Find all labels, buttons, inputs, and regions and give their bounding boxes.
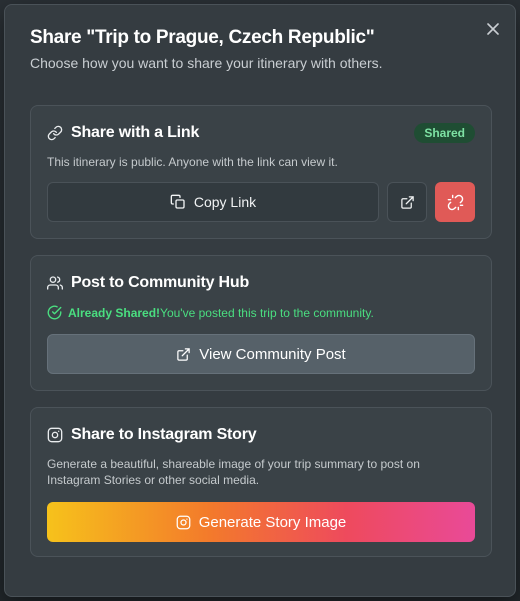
view-community-post-button[interactable]: View Community Post	[47, 334, 475, 374]
check-circle-icon	[47, 305, 62, 320]
generate-story-image-button[interactable]: Generate Story Image	[47, 502, 475, 542]
share-link-description: This itinerary is public. Anyone with th…	[47, 155, 338, 169]
generate-story-image-label: Generate Story Image	[198, 513, 347, 531]
share-link-title: Share with a Link	[71, 124, 200, 141]
community-hub-title: Post to Community Hub	[71, 274, 250, 291]
community-hub-header: Post to Community Hub	[47, 274, 249, 292]
instagram-story-title: Share to Instagram Story	[71, 426, 257, 443]
instagram-story-header: Share to Instagram Story	[47, 426, 257, 444]
community-status-text: You've posted this trip to the community…	[160, 305, 374, 320]
copy-icon	[170, 194, 186, 210]
unshare-link-button[interactable]	[435, 182, 475, 222]
share-dialog: Share "Trip to Prague, Czech Republic" C…	[4, 4, 516, 597]
community-status: Already Shared!You've posted this trip t…	[47, 305, 374, 320]
instagram-story-description: Generate a beautiful, shareable image of…	[47, 457, 420, 487]
external-link-icon	[400, 195, 415, 210]
unlink-icon	[447, 194, 464, 211]
instagram-story-card: Share to Instagram Story Generate a beau…	[30, 407, 492, 557]
instagram-icon	[176, 515, 191, 530]
dialog-title: Share "Trip to Prague, Czech Republic"	[30, 27, 375, 48]
share-link-card: Share with a Link Shared This itinerary …	[30, 105, 492, 239]
dialog-subtitle: Choose how you want to share your itiner…	[30, 55, 383, 71]
copy-link-label: Copy Link	[193, 194, 257, 210]
instagram-icon	[47, 427, 63, 443]
open-link-button[interactable]	[387, 182, 427, 222]
copy-link-button[interactable]: Copy Link	[47, 182, 379, 222]
external-link-icon	[176, 347, 191, 362]
users-icon	[47, 275, 63, 291]
share-link-header: Share with a Link	[47, 124, 199, 142]
close-button[interactable]	[483, 19, 503, 39]
community-hub-card: Post to Community Hub Already Shared!You…	[30, 255, 492, 391]
link-icon	[47, 125, 63, 141]
close-icon	[487, 23, 499, 35]
shared-status-badge: Shared	[414, 123, 475, 143]
view-community-post-label: View Community Post	[199, 345, 346, 363]
community-status-strong: Already Shared!	[68, 305, 161, 320]
